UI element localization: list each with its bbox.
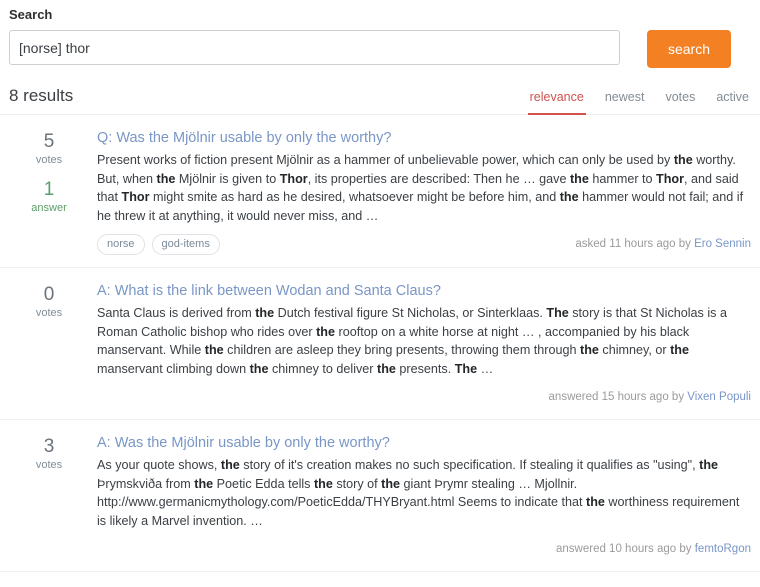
- result-item: 0 votes A: What is the link between Wodan …: [0, 268, 760, 420]
- result-summary: A: What is the link between Wodan and Sa…: [89, 282, 751, 407]
- result-footer: answered 10 hours ago by femtoRgon: [97, 539, 751, 559]
- result-footer: norse god-items asked 11 hours ago by Ero …: [97, 234, 751, 255]
- search-heading: Search: [9, 7, 53, 22]
- vote-count: 5: [43, 131, 55, 152]
- vote-label: votes: [35, 307, 63, 319]
- result-meta-timestamp: answered 15 hours ago by: [548, 390, 688, 403]
- result-meta-timestamp: answered 10 hours ago by: [556, 542, 695, 555]
- vote-count: 0: [43, 284, 55, 305]
- result-item: 3 votes A: Was the Mjölnir usable by only …: [0, 420, 760, 572]
- result-stats: 3 votes: [9, 434, 89, 559]
- results-list: 5 votes 1 answer Q: Was the Mjölnir usable b…: [0, 115, 760, 572]
- vote-stat: 3 votes: [9, 436, 89, 472]
- sort-tab-active[interactable]: active: [714, 90, 751, 115]
- vote-label: votes: [35, 154, 63, 166]
- result-excerpt: Santa Claus is derived from the Dutch fe…: [97, 306, 727, 376]
- result-title-link[interactable]: A: Was the Mjölnir usable by only the wo…: [97, 434, 751, 453]
- result-item: 5 votes 1 answer Q: Was the Mjölnir usable b…: [0, 115, 760, 268]
- sort-tabs: relevance newest votes active: [527, 90, 751, 115]
- result-summary: Q: Was the Mjölnir usable by only the wo…: [89, 129, 751, 255]
- result-meta-user-link[interactable]: Vixen Populi: [687, 391, 751, 403]
- answer-label: answer: [31, 202, 67, 214]
- tag-norse[interactable]: norse: [97, 234, 145, 255]
- vote-stat: 5 votes: [9, 131, 89, 167]
- result-excerpt: Present works of fiction present Mjölnir…: [97, 153, 744, 223]
- result-meta-timestamp: asked 11 hours ago by: [575, 238, 695, 250]
- search-results-page: Search search 8 results relevancenewestv…: [0, 0, 760, 587]
- result-title-link[interactable]: A: What is the link between Wodan and Sa…: [97, 282, 751, 301]
- search-input[interactable]: [9, 30, 620, 65]
- result-title-link[interactable]: Q: Was the Mjölnir usable by only the wo…: [97, 129, 751, 148]
- tag-god-items[interactable]: god-items: [151, 234, 220, 255]
- results-count: 8 results: [9, 86, 74, 105]
- result-excerpt: As your quote shows, the story of it's c…: [97, 458, 740, 528]
- tag-list: norse god-items: [97, 234, 220, 255]
- search-section: Search search: [0, 0, 760, 68]
- search-button[interactable]: search: [647, 30, 731, 68]
- result-meta: answered 15 hours ago by Vixen Populi: [549, 390, 751, 405]
- result-meta: asked 11 hours ago by Ero Sennin: [575, 237, 751, 252]
- result-stats: 5 votes 1 answer: [9, 129, 89, 255]
- result-footer: answered 15 hours ago by Vixen Populi: [97, 387, 751, 407]
- sort-tab-votes[interactable]: votes: [663, 90, 697, 115]
- results-header: 8 results relevance newest votes active: [0, 68, 760, 115]
- vote-count: 3: [43, 436, 55, 457]
- result-summary: A: Was the Mjölnir usable by only the wo…: [89, 434, 751, 559]
- answer-stat: 1 answer: [9, 179, 89, 215]
- vote-stat: 0 votes: [9, 284, 89, 320]
- result-meta-user-link[interactable]: femtoRgon: [695, 543, 751, 555]
- result-meta: answered 10 hours ago by femtoRgon: [556, 542, 751, 557]
- answer-count: 1: [43, 179, 55, 200]
- sort-tab-relevance[interactable]: relevance: [527, 90, 586, 115]
- result-meta-user-link[interactable]: Ero Sennin: [694, 238, 751, 250]
- vote-label: votes: [35, 459, 63, 471]
- result-stats: 0 votes: [9, 282, 89, 407]
- search-form: search: [0, 30, 760, 68]
- sort-tab-newest[interactable]: newest: [603, 90, 647, 115]
